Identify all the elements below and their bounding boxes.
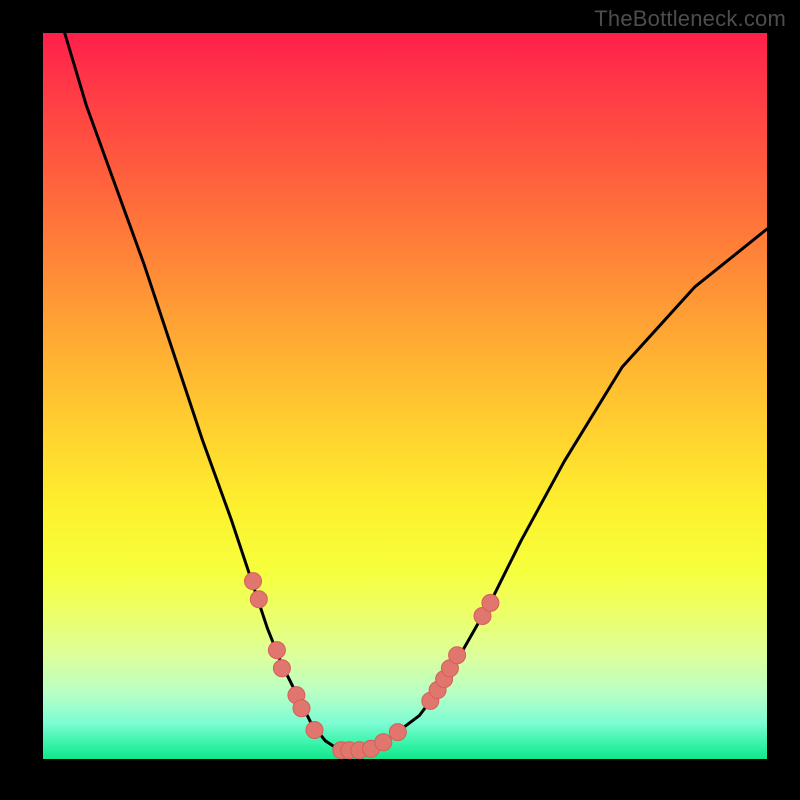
curve-marker bbox=[293, 700, 310, 717]
plot-area bbox=[43, 33, 767, 759]
curve-marker bbox=[306, 722, 323, 739]
curve-marker bbox=[268, 642, 285, 659]
curve-marker bbox=[449, 647, 466, 664]
curve-marker bbox=[375, 734, 392, 751]
curve-marker bbox=[245, 573, 262, 590]
curve-marker bbox=[482, 594, 499, 611]
curve-marker bbox=[250, 591, 267, 608]
curve-marker bbox=[389, 724, 406, 741]
curve-marker bbox=[273, 660, 290, 677]
curve-path bbox=[65, 33, 767, 750]
highlight-markers bbox=[245, 573, 499, 759]
chart-svg bbox=[43, 33, 767, 759]
attribution-label: TheBottleneck.com bbox=[594, 6, 786, 32]
chart-frame: TheBottleneck.com bbox=[0, 0, 800, 800]
bottleneck-curve bbox=[65, 33, 767, 750]
